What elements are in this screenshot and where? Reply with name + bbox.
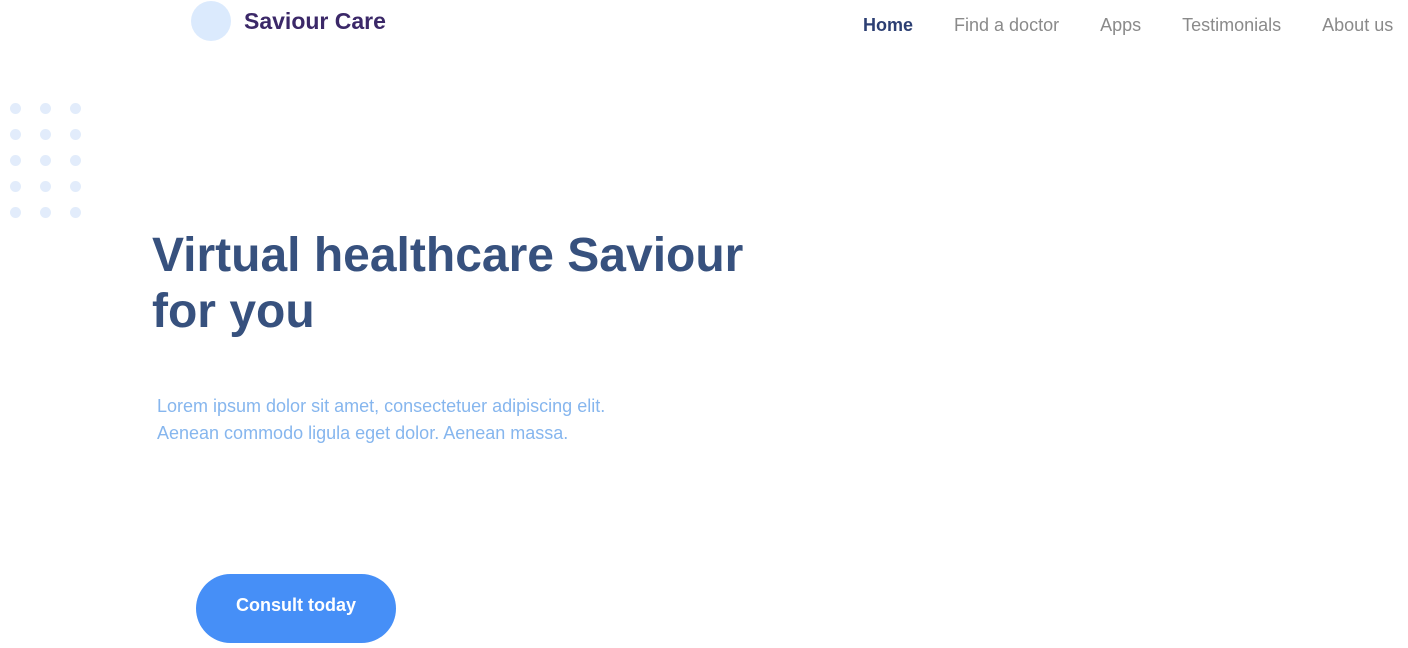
decor-dot bbox=[40, 155, 51, 166]
decor-dot bbox=[40, 181, 51, 192]
decor-dot bbox=[10, 207, 21, 218]
hero-title-line-2: for you bbox=[152, 285, 315, 338]
nav-item-find-a-doctor[interactable]: Find a doctor bbox=[954, 15, 1059, 36]
dot-grid-decoration bbox=[10, 103, 90, 223]
nav-item-home[interactable]: Home bbox=[863, 15, 913, 36]
decor-dot bbox=[70, 155, 81, 166]
nav-item-about-us[interactable]: About us bbox=[1322, 15, 1393, 36]
landing-page: Saviour Care Home Find a doctor Apps Tes… bbox=[0, 0, 1408, 648]
decor-dot bbox=[10, 155, 21, 166]
decor-dot bbox=[70, 103, 81, 114]
decor-dot bbox=[40, 207, 51, 218]
hero-title: Virtual healthcare Saviour for you bbox=[152, 228, 812, 340]
hero-description-line-1: Lorem ipsum dolor sit amet, consectetuer… bbox=[157, 396, 606, 416]
decor-dot bbox=[70, 129, 81, 140]
hero-description-line-2: Aenean commodo ligula eget dolor. Aenean… bbox=[157, 423, 569, 443]
decor-dot bbox=[10, 181, 21, 192]
hero-description: Lorem ipsum dolor sit amet, consectetuer… bbox=[157, 393, 717, 447]
nav-item-testimonials[interactable]: Testimonials bbox=[1182, 15, 1281, 36]
decor-dot bbox=[40, 103, 51, 114]
circle-logo-icon[interactable] bbox=[191, 1, 231, 41]
nav-item-apps[interactable]: Apps bbox=[1100, 15, 1141, 36]
hero-title-line-1: Virtual healthcare Saviour bbox=[152, 229, 744, 282]
decor-dot bbox=[70, 181, 81, 192]
decor-dot bbox=[10, 129, 21, 140]
decor-dot bbox=[70, 207, 81, 218]
brand-name[interactable]: Saviour Care bbox=[244, 8, 386, 35]
main-nav: Home Find a doctor Apps Testimonials Abo… bbox=[863, 15, 1393, 36]
decor-dot bbox=[10, 103, 21, 114]
decor-dot bbox=[40, 129, 51, 140]
consult-today-button[interactable]: Consult today bbox=[196, 574, 396, 643]
